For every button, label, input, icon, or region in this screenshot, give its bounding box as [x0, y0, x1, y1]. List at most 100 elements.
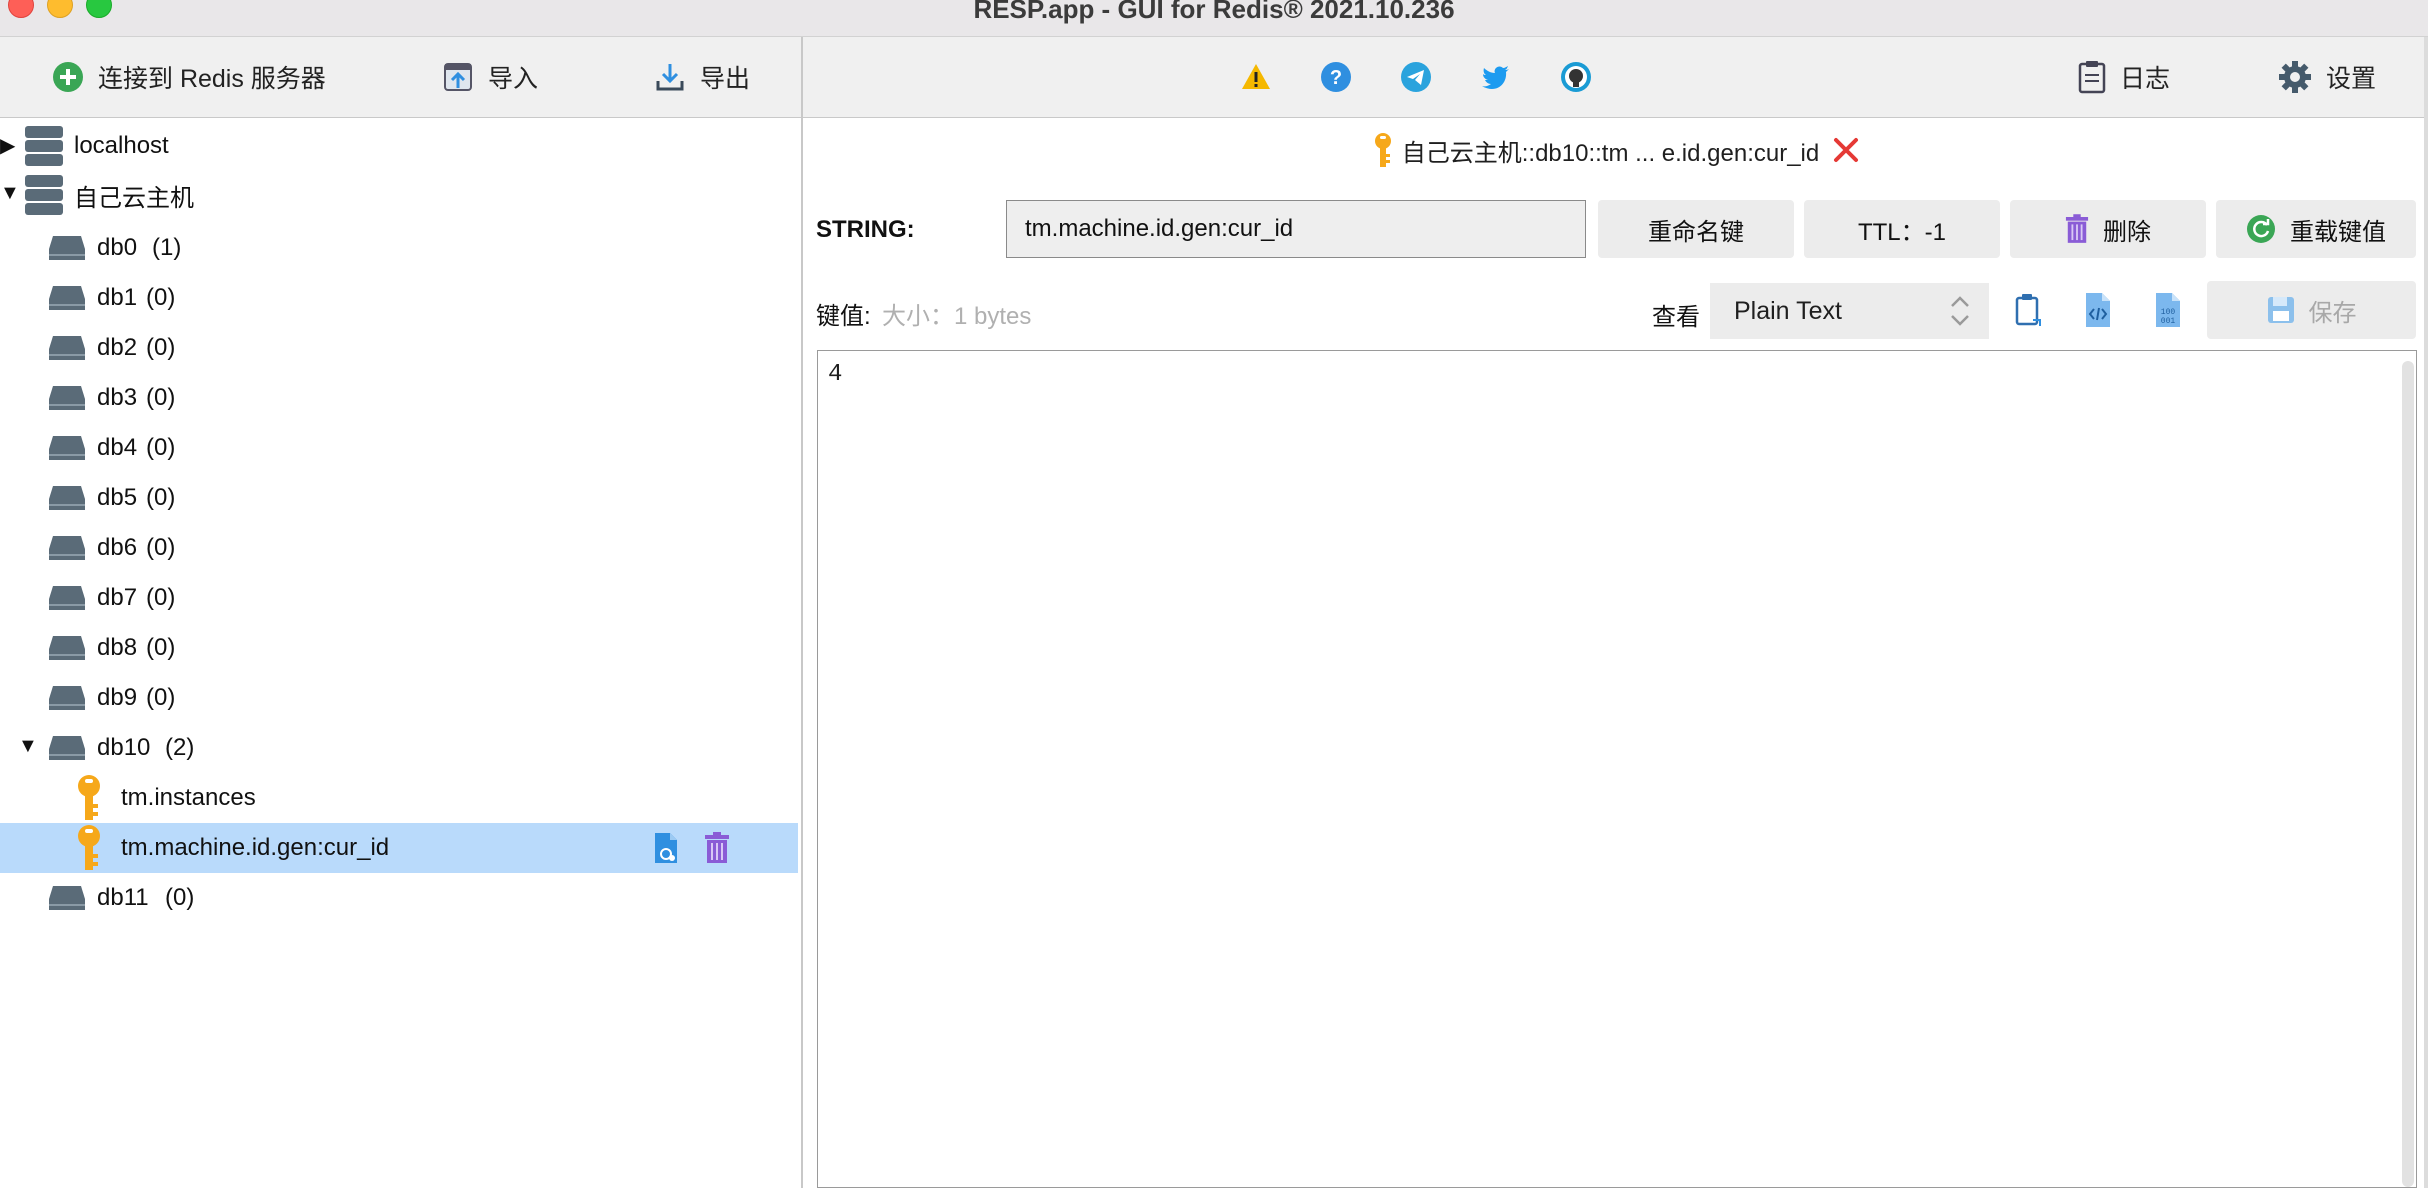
db-key-count: (1): [152, 234, 182, 261]
export-label: 导出: [700, 65, 751, 93]
rename-key-label: 重命名键: [1648, 218, 1744, 246]
db-name: db10: [97, 734, 151, 761]
log-label: 日志: [2120, 65, 2171, 93]
db-key-count: (2): [165, 734, 195, 761]
panel-splitter[interactable]: [801, 37, 803, 1188]
db-name: db0: [97, 234, 138, 261]
export-icon: [656, 64, 684, 91]
database-icon: [49, 636, 85, 660]
tree-key-row[interactable]: tm.instances: [0, 773, 798, 823]
format-select[interactable]: Plain Text: [1710, 283, 1989, 339]
db-name: db1: [97, 284, 138, 311]
window-right-edge: [2424, 37, 2428, 1188]
key-icon: [78, 775, 100, 820]
key-tab[interactable]: 自己云主机::db10::tm ... e.id.gen:cur_id: [803, 122, 2428, 178]
telegram-icon[interactable]: [1400, 61, 1432, 93]
db-name: db5: [97, 484, 138, 511]
database-icon: [49, 336, 85, 360]
svg-text:001: 001: [2161, 317, 2176, 326]
db-name: db4: [97, 434, 138, 461]
help-icon[interactable]: ?: [1320, 61, 1352, 93]
chevron-updown-icon: [1951, 296, 1969, 326]
db-name: db7: [97, 584, 138, 611]
tree-key-row-selected[interactable]: tm.machine.id.gen:cur_id: [0, 823, 798, 873]
svg-text:100: 100: [2161, 308, 2176, 317]
tree-db-row[interactable]: db9 (0): [0, 673, 798, 723]
close-tab-icon[interactable]: [1833, 137, 1859, 163]
warning-icon[interactable]: [1240, 61, 1272, 93]
db-name: db3: [97, 384, 138, 411]
gear-icon: [2279, 61, 2311, 93]
tree-db-row[interactable]: db7 (0): [0, 573, 798, 623]
twitter-icon[interactable]: [1480, 61, 1512, 93]
tree-db-row[interactable]: db6 (0): [0, 523, 798, 573]
db-key-count: (0): [146, 434, 176, 461]
key-name-field[interactable]: [1006, 200, 1586, 258]
binary-format-icon[interactable]: 100 001: [2153, 292, 2183, 328]
database-icon: [49, 286, 85, 310]
collapse-arrow-icon[interactable]: ▼: [18, 735, 38, 758]
save-disk-icon: [2267, 297, 2294, 323]
tree-db-row[interactable]: db2 (0): [0, 323, 798, 373]
tree-server-localhost[interactable]: ▶ localhost: [0, 121, 798, 171]
window-titlebar: RESP.app - GUI for Redis® 2021.10.236: [0, 0, 2428, 37]
copy-value-icon[interactable]: [2013, 292, 2043, 328]
connect-server-label: 连接到 Redis 服务器: [98, 65, 326, 93]
db-key-count: (0): [146, 534, 176, 561]
ttl-button[interactable]: TTL：-1: [1804, 200, 2000, 258]
key-type-label: STRING:: [816, 216, 915, 243]
log-button[interactable]: 日志: [2078, 37, 2170, 117]
key-icon: [1374, 133, 1391, 167]
key-name: tm.instances: [121, 784, 256, 811]
tab-title: 自己云主机::db10::tm ... e.id.gen:cur_id: [1401, 139, 1820, 167]
db-name: db8: [97, 634, 138, 661]
db-key-count: (0): [146, 284, 176, 311]
import-label: 导入: [488, 65, 539, 93]
settings-button[interactable]: 设置: [2278, 37, 2376, 117]
tree-db-row[interactable]: db1 (0): [0, 273, 798, 323]
ttl-label: TTL：-1: [1857, 218, 1946, 246]
add-circle-icon: [53, 62, 83, 92]
tree-db-row[interactable]: db8 (0): [0, 623, 798, 673]
trash-icon[interactable]: [704, 832, 730, 864]
value-text[interactable]: 4: [828, 361, 842, 388]
db-name: db2: [97, 334, 138, 361]
tree-db-row[interactable]: db11 (0): [0, 873, 798, 923]
import-icon: [444, 63, 472, 91]
tree-db-row[interactable]: db5 (0): [0, 473, 798, 523]
delete-key-label: 删除: [2103, 218, 2151, 246]
format-select-value: Plain Text: [1734, 296, 1842, 325]
copy-key-icon[interactable]: [652, 832, 680, 864]
expand-arrow-icon[interactable]: ▶: [0, 133, 15, 158]
trash-icon: [2065, 214, 2089, 243]
tree-server-label: 自己云主机: [74, 184, 194, 212]
collapse-arrow-icon[interactable]: ▼: [0, 182, 20, 205]
save-label: 保存: [2308, 299, 2357, 327]
value-editor[interactable]: 4: [817, 350, 2417, 1188]
save-button[interactable]: 保存: [2207, 281, 2416, 339]
database-icon: [49, 536, 85, 560]
db-key-count: (0): [146, 384, 176, 411]
reload-icon: [2247, 215, 2275, 243]
tree-db-row[interactable]: db4 (0): [0, 423, 798, 473]
database-icon: [49, 686, 85, 710]
tree-db-row-expanded[interactable]: ▼ db10 (2): [0, 723, 798, 773]
vertical-scrollbar[interactable]: [2402, 361, 2414, 1187]
tree-server-cloud[interactable]: ▼ 自己云主机: [0, 170, 798, 220]
tree-db-row[interactable]: db0 (1): [0, 223, 798, 273]
key-name: tm.machine.id.gen:cur_id: [121, 834, 390, 861]
database-icon: [49, 436, 85, 460]
db-name: db9: [97, 684, 138, 711]
github-icon[interactable]: [1560, 61, 1592, 93]
db-key-count: (0): [146, 484, 176, 511]
tree-db-row[interactable]: db3 (0): [0, 373, 798, 423]
export-button[interactable]: 导出: [654, 37, 750, 117]
reload-key-button[interactable]: 重载键值: [2216, 200, 2416, 258]
import-button[interactable]: 导入: [442, 37, 538, 117]
database-icon: [49, 886, 85, 910]
delete-key-button[interactable]: 删除: [2010, 200, 2206, 258]
rename-key-button[interactable]: 重命名键: [1598, 200, 1794, 258]
db-key-count: (0): [165, 884, 195, 911]
json-format-icon[interactable]: [2083, 292, 2113, 328]
connect-server-button[interactable]: 连接到 Redis 服务器: [52, 37, 326, 117]
